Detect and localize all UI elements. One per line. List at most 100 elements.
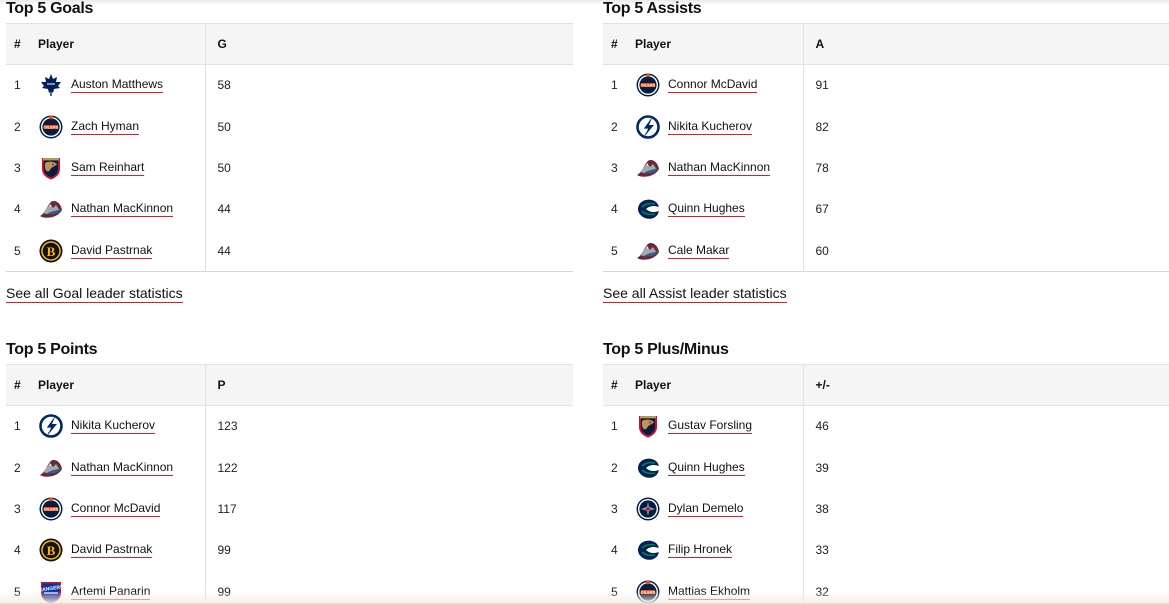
rank-cell: 2 — [611, 460, 618, 475]
maple-leafs-logo-icon — [38, 72, 64, 98]
table-row: 1 Auston Matthews 58 — [6, 64, 573, 106]
stat-value: 117 — [204, 488, 573, 530]
player-column-header: Player — [38, 37, 75, 51]
assists-leaders-section: Top 5 Assists # Player A 1 OILERS Connor M… — [603, 0, 1169, 303]
player-cell: Gustav Forsling — [635, 406, 803, 447]
avalanche-logo-icon — [38, 196, 64, 222]
table-row: 4 B David Pastrnak 99 — [6, 529, 573, 572]
stat-value: 38 — [802, 488, 1169, 530]
table-row: 3 Sam Reinhart 50 — [6, 147, 573, 189]
player-name-link[interactable]: Zach Hyman — [71, 119, 140, 135]
player-cell: Nikita Kucherov — [635, 106, 803, 147]
panthers-logo-icon — [635, 413, 661, 439]
rank-cell: 3 — [14, 160, 21, 175]
rank-column-header: # — [611, 378, 618, 392]
canucks-logo-icon — [635, 537, 661, 563]
rank-cell: 3 — [14, 501, 21, 516]
player-cell: Nathan MacKinnon — [38, 447, 205, 488]
player-name-link[interactable]: Cale Makar — [668, 243, 730, 259]
stat-value: 44 — [204, 230, 573, 272]
avalanche-logo-icon — [38, 455, 64, 481]
stat-value: 123 — [204, 405, 573, 447]
section-title: Top 5 Points — [6, 341, 98, 358]
rank-cell: 4 — [14, 543, 21, 558]
table-header-row: # Player P — [6, 364, 573, 406]
player-cell: Filip Hronek — [635, 530, 803, 571]
svg-text:OILERS: OILERS — [44, 124, 59, 129]
player-cell: Sam Reinhart — [38, 147, 205, 188]
bruins-logo-icon: B — [38, 537, 64, 563]
rank-cell: 2 — [14, 119, 21, 134]
player-name-link[interactable]: Filip Hronek — [668, 542, 733, 559]
player-name-link[interactable]: Nathan MacKinnon — [71, 460, 174, 476]
table-row: 1 OILERS Connor McDavid 91 — [603, 64, 1169, 106]
player-cell: Quinn Hughes — [635, 447, 803, 488]
table-row: 5 B David Pastrnak 44 — [6, 230, 573, 272]
rank-cell: 3 — [611, 501, 618, 516]
canucks-logo-icon — [635, 455, 661, 481]
player-cell: Nathan MacKinnon — [635, 147, 803, 188]
rank-cell: 1 — [611, 419, 618, 434]
stat-value: 91 — [802, 64, 1169, 106]
table-row: 5 Cale Makar 60 — [603, 230, 1169, 272]
table-header-row: # Player +/- — [603, 364, 1169, 406]
goals-leaders-section: Top 5 Goals # Player G 1 Auston Matthews 5… — [6, 0, 573, 303]
stat-value: 46 — [802, 405, 1169, 447]
player-name-link[interactable]: Auston Matthews — [71, 77, 164, 94]
player-name-link[interactable]: Sam Reinhart — [71, 160, 145, 176]
stat-value: 50 — [204, 147, 573, 189]
points-column-header[interactable]: P — [204, 364, 573, 406]
player-name-link[interactable]: Nikita Kucherov — [668, 119, 753, 135]
player-name-link[interactable]: Quinn Hughes — [668, 460, 745, 476]
table-row: 2 Nikita Kucherov 82 — [603, 105, 1169, 148]
stat-value: 58 — [204, 64, 573, 106]
table-header-row: # Player G — [6, 23, 573, 65]
panthers-logo-icon — [38, 155, 64, 181]
see-all-goal-leaders-link[interactable]: See all Goal leader statistics — [6, 285, 183, 303]
player-cell: Auston Matthews — [38, 65, 205, 106]
stat-value: 39 — [802, 446, 1169, 489]
stat-value: 99 — [204, 529, 573, 572]
see-all-assist-leaders-link[interactable]: See all Assist leader statistics — [603, 285, 787, 303]
player-column-header: Player — [38, 378, 75, 392]
player-cell: OILERS Connor McDavid — [635, 65, 803, 106]
player-name-link[interactable]: Gustav Forsling — [668, 418, 753, 435]
player-name-link[interactable]: David Pastrnak — [71, 243, 153, 259]
stat-value: 122 — [204, 446, 573, 489]
player-cell: Nikita Kucherov — [38, 406, 205, 447]
player-name-link[interactable]: Nathan MacKinnon — [668, 160, 771, 176]
player-name-link[interactable]: Connor McDavid — [668, 77, 758, 94]
player-cell: Dylan Demelo — [635, 488, 803, 529]
table-row: 2 Nathan MacKinnon 122 — [6, 446, 573, 489]
points-leaders-section: Top 5 Points # Player P 1 Nikita Kucherov… — [6, 335, 573, 605]
plusminus-column-header[interactable]: +/- — [802, 364, 1169, 406]
player-name-link[interactable]: Connor McDavid — [71, 501, 161, 517]
player-column-header: Player — [635, 378, 672, 392]
rank-cell: 5 — [611, 243, 618, 258]
assists-column-header[interactable]: A — [802, 23, 1169, 65]
stat-value: 82 — [802, 105, 1169, 148]
rank-column-header: # — [14, 37, 21, 51]
points-table: # Player P 1 Nikita Kucherov 123 2 Nathan Ma… — [6, 364, 573, 605]
table-row: 4 Filip Hronek 33 — [603, 529, 1169, 572]
jets-logo-icon — [635, 496, 661, 522]
table-row: 3 Nathan MacKinnon 78 — [603, 147, 1169, 189]
lightning-logo-icon — [635, 114, 661, 140]
svg-text:OILERS: OILERS — [641, 83, 656, 88]
goals-column-header[interactable]: G — [204, 23, 573, 65]
table-row: 4 Quinn Hughes 67 — [603, 188, 1169, 231]
player-column-header: Player — [635, 37, 672, 51]
player-name-link[interactable]: Nikita Kucherov — [71, 418, 156, 435]
rank-column-header: # — [611, 37, 618, 51]
stat-value: 67 — [802, 188, 1169, 231]
player-name-link[interactable]: Nathan MacKinnon — [71, 201, 174, 218]
oilers-logo-icon: OILERS — [635, 72, 661, 98]
player-name-link[interactable]: David Pastrnak — [71, 542, 153, 559]
player-name-link[interactable]: Quinn Hughes — [668, 201, 745, 218]
rank-cell: 1 — [14, 419, 21, 434]
rank-cell: 2 — [611, 119, 618, 134]
player-name-link[interactable]: Dylan Demelo — [668, 501, 744, 517]
section-title: Top 5 Assists — [603, 0, 702, 17]
player-cell: Cale Makar — [635, 230, 803, 271]
rank-cell: 1 — [14, 78, 21, 93]
